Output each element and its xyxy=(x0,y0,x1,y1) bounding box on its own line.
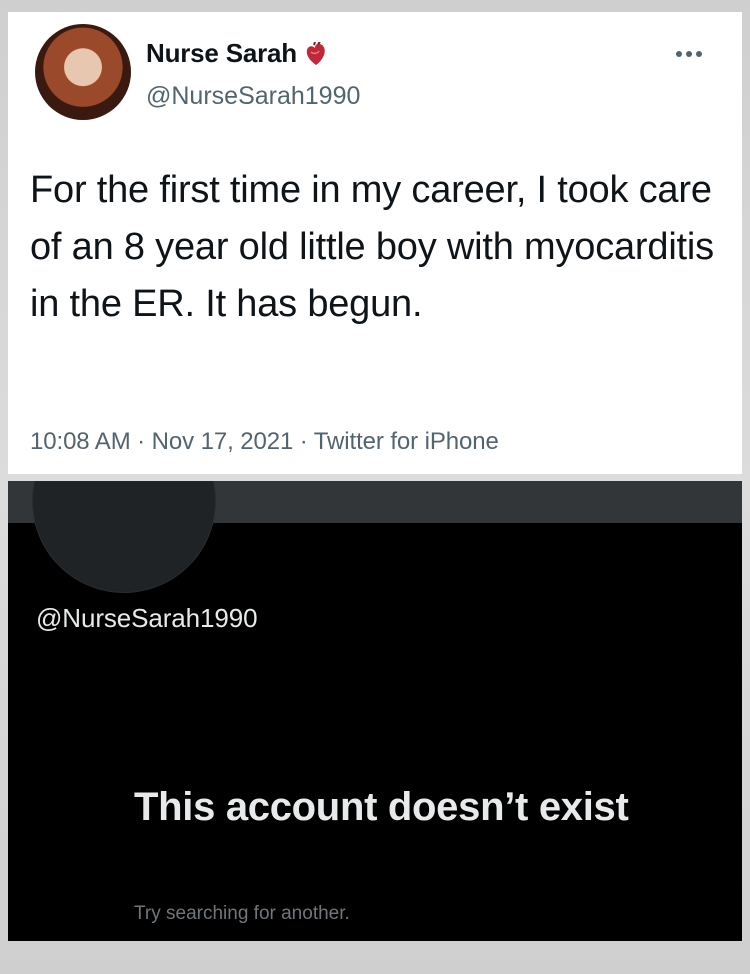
more-options-icon[interactable] xyxy=(670,44,708,64)
profile-handle: @NurseSarah1990 xyxy=(36,603,258,633)
tweet-timestamp[interactable]: 10:08 AM · Nov 17, 2021 · Twitter for iP… xyxy=(30,428,499,456)
screenshot-collage: Nurse Sarah @NurseSarah1990 For the firs… xyxy=(0,0,750,974)
profile-avatar-placeholder xyxy=(32,481,216,593)
author-handle[interactable]: @NurseSarah1990 xyxy=(146,82,360,111)
anatomical-heart-icon xyxy=(306,41,325,65)
avatar[interactable] xyxy=(35,24,131,120)
author-name-row: Nurse Sarah xyxy=(146,38,327,69)
display-name[interactable]: Nurse Sarah xyxy=(146,38,297,69)
tweet-card[interactable]: Nurse Sarah @NurseSarah1990 For the firs… xyxy=(8,12,742,474)
tweet-text: For the first time in my career, I took … xyxy=(30,169,714,325)
profile-card: @NurseSarah1990 This account doesn’t exi… xyxy=(8,481,742,941)
empty-state-subtitle: Try searching for another. xyxy=(134,903,350,924)
empty-state-title: This account doesn’t exist xyxy=(134,785,629,829)
